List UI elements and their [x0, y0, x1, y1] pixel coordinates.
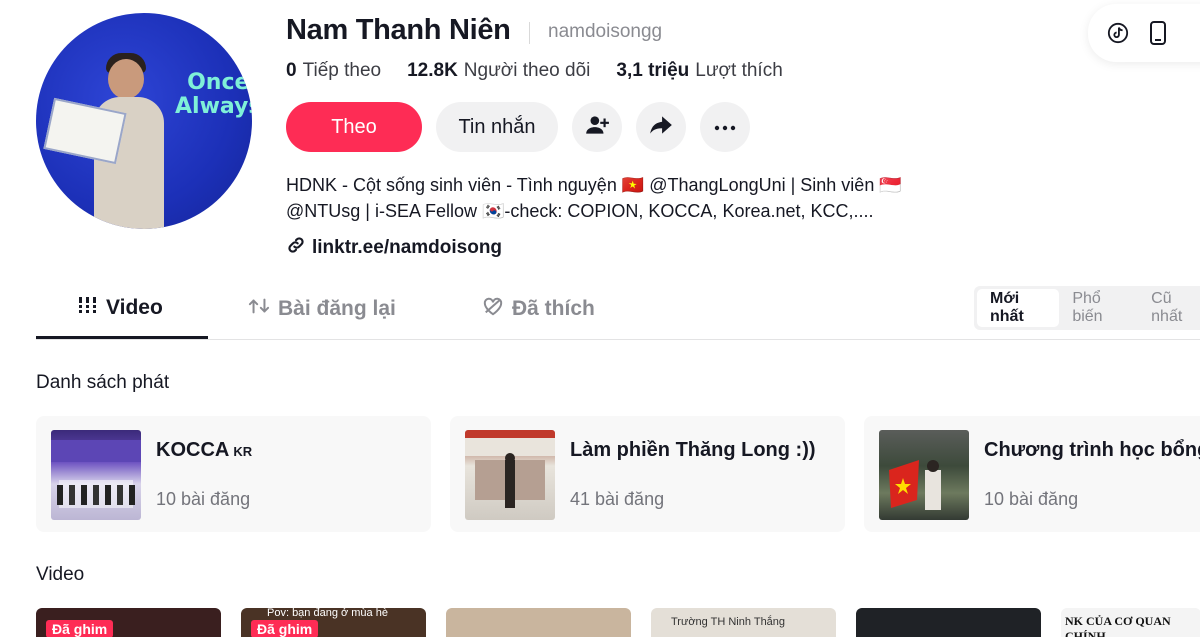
- video-caption: Trường TH Ninh Thắng: [671, 616, 786, 628]
- avatar-person-head: [108, 59, 144, 99]
- playlist-card[interactable]: Làm phiền Thăng Long :)) 41 bài đăng: [450, 416, 845, 532]
- stat-following-value: 0: [286, 60, 297, 81]
- top-right-toolbar: [1088, 4, 1200, 62]
- stat-followers-label: Người theo dõi: [463, 60, 591, 81]
- profile-avatar[interactable]: Once Always: [36, 13, 252, 229]
- pinned-badge: Đã ghim: [251, 620, 319, 637]
- more-dots-icon: [714, 118, 736, 136]
- video-caption: Pov: bạn đang ở mùa hè: [267, 608, 388, 619]
- add-user-icon: [584, 112, 610, 143]
- video-thumbnail[interactable]: NK CỦA CƠ QUAN CHÍNH: [1061, 608, 1200, 637]
- link-icon: [286, 235, 312, 261]
- playlist-title-text: KOCCA: [156, 439, 230, 461]
- follow-button[interactable]: Theo: [286, 102, 422, 152]
- share-arrow-icon: [648, 112, 674, 143]
- profile-link[interactable]: linktr.ee/namdoisong: [286, 235, 502, 261]
- profile-stats: 0 Tiếp theo 12.8K Người theo dõi 3,1 tri…: [286, 60, 809, 82]
- videos-section-title: Video: [36, 564, 85, 585]
- videos-grid: Đã ghim Pov: bạn đang ở mùa hè Đã ghim T…: [36, 608, 1200, 637]
- repost-icon: [248, 296, 278, 322]
- stat-likes-label: Lượt thích: [695, 60, 783, 81]
- tab-reposts-label: Bài đăng lại: [278, 297, 396, 320]
- video-thumbnail[interactable]: [856, 608, 1041, 637]
- stat-likes-value: 3,1 triệu: [616, 60, 690, 81]
- playlist-thumbnail: [51, 430, 141, 520]
- playlist-title: Làm phiền Thăng Long :)): [570, 439, 816, 462]
- bio-line-2: @NTUsg | i-SEA Fellow 🇰🇷-check: COPION, …: [286, 201, 874, 221]
- playlist-title: KOCCA KR: [156, 439, 252, 462]
- tab-liked[interactable]: Đã thích: [482, 296, 595, 322]
- message-button[interactable]: Tin nhắn: [436, 102, 558, 152]
- tab-liked-label: Đã thích: [512, 297, 595, 320]
- tab-active-underline: [36, 336, 208, 339]
- stat-followers[interactable]: 12.8K Người theo dõi: [407, 60, 590, 82]
- profile-bio: HDNK - Cột sống sinh viên - Tình nguyện …: [286, 172, 986, 224]
- playlists-section-title: Danh sách phát: [36, 372, 170, 393]
- video-thumbnail[interactable]: Đã ghim: [36, 608, 221, 637]
- grid-bars-icon: [78, 296, 106, 320]
- video-thumbnail[interactable]: [446, 608, 631, 637]
- playlist-card[interactable]: KOCCA KR 10 bài đăng: [36, 416, 431, 532]
- add-friend-button[interactable]: [572, 102, 622, 152]
- playlist-thumbnail: [465, 430, 555, 520]
- video-thumbnail[interactable]: Pov: bạn đang ở mùa hè Đã ghim: [241, 608, 426, 637]
- tab-reposts[interactable]: Bài đăng lại: [248, 296, 396, 322]
- more-options-button[interactable]: [700, 102, 750, 152]
- stat-following[interactable]: 0 Tiếp theo: [286, 60, 381, 82]
- video-thumbnail[interactable]: Trường TH Ninh Thắng: [651, 608, 836, 637]
- playlists-row: KOCCA KR 10 bài đăng Làm phiền Thăng Long…: [36, 416, 1200, 532]
- name-handle-divider: [529, 22, 530, 44]
- stat-following-label: Tiếp theo: [302, 60, 382, 81]
- playlist-post-count: 10 bài đăng: [156, 489, 251, 509]
- sort-popular[interactable]: Phổ biến: [1059, 289, 1138, 327]
- sort-segmented-control: Mới nhất Phổ biến Cũ nhất: [974, 286, 1200, 330]
- hidden-heart-icon: [482, 296, 512, 322]
- stat-followers-value: 12.8K: [407, 60, 458, 81]
- profile-handle: namdoisongg: [548, 21, 663, 42]
- playlist-thumbnail: [879, 430, 969, 520]
- profile-actions: Theo Tin nhắn: [286, 102, 764, 152]
- tab-video-label: Video: [106, 296, 163, 319]
- playlist-post-count: 41 bài đăng: [570, 489, 665, 509]
- avatar-screen-text: Once Always: [175, 70, 252, 119]
- sort-oldest[interactable]: Cũ nhất: [1138, 289, 1200, 327]
- stat-likes: 3,1 triệu Lượt thích: [616, 60, 782, 82]
- sort-newest[interactable]: Mới nhất: [977, 289, 1060, 327]
- playlist-flag: KR: [233, 444, 253, 459]
- playlist-card[interactable]: Chương trình học bổng 10 bài đăng: [864, 416, 1200, 532]
- profile-display-name: Nam Thanh Niên: [286, 14, 511, 46]
- profile-link-text: linktr.ee/namdoisong: [312, 237, 503, 258]
- playlist-post-count: 10 bài đăng: [984, 489, 1079, 509]
- share-button[interactable]: [636, 102, 686, 152]
- pinned-badge: Đã ghim: [46, 620, 114, 637]
- tab-video[interactable]: Video: [78, 296, 163, 320]
- playlist-title-text: Chương trình học bổng: [984, 439, 1200, 461]
- mobile-phone-icon[interactable]: [1146, 21, 1170, 45]
- bio-line-1: HDNK - Cột sống sinh viên - Tình nguyện …: [286, 175, 902, 195]
- playlist-title-text: Làm phiền Thăng Long :)): [570, 439, 816, 461]
- playlist-title: Chương trình học bổng: [984, 439, 1200, 462]
- tiktok-icon[interactable]: [1106, 21, 1130, 45]
- video-caption: NK CỦA CƠ QUAN CHÍNH: [1065, 614, 1171, 637]
